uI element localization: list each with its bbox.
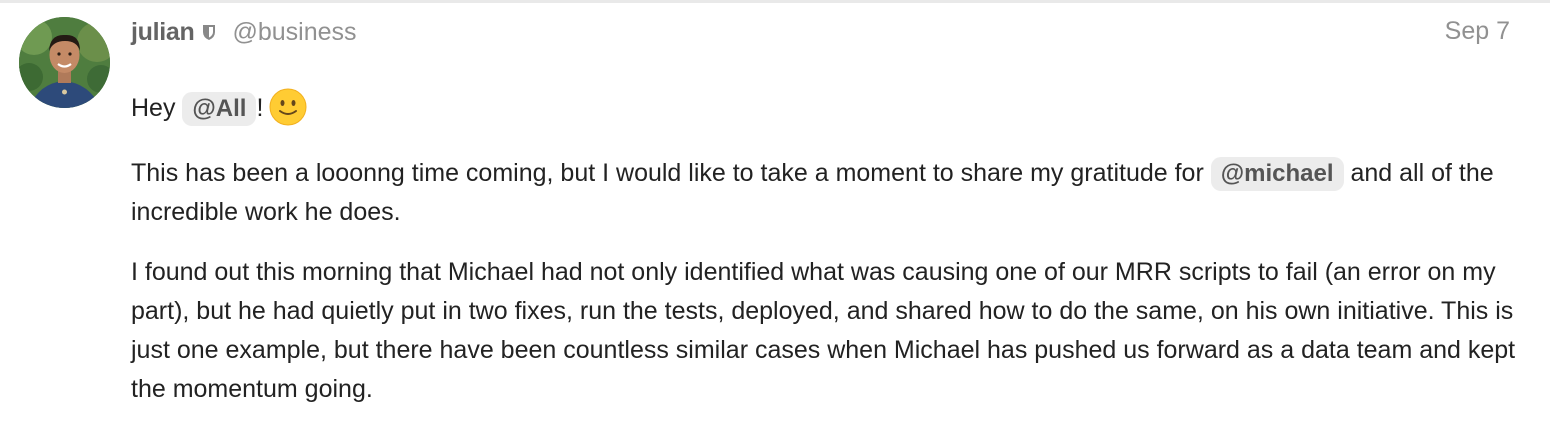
post-body: Hey @All! This has been a looonng time c… (131, 86, 1521, 424)
avatar-photo (19, 17, 110, 108)
slightly-smiling-face-icon (269, 88, 307, 126)
post-paragraph: I found out this morning that Michael ha… (131, 253, 1521, 409)
post-paragraph: This has been a looonng time coming, but… (131, 154, 1521, 232)
shield-icon (202, 24, 216, 41)
post-header: julian @business (131, 14, 357, 50)
post-paragraph: Hey @All! (131, 86, 1521, 130)
paragraph-text: Hey (131, 94, 183, 122)
avatar[interactable] (19, 17, 110, 108)
forum-post: julian @business Sep 7 Hey @All! This ha… (0, 0, 1550, 424)
post-date[interactable]: Sep 7 (1445, 17, 1510, 46)
user-handle[interactable]: @business (232, 18, 356, 47)
paragraph-text: This has been a looonng time coming, but… (131, 159, 1211, 187)
username-link[interactable]: julian (131, 18, 195, 47)
mention-link[interactable]: @michael (1210, 157, 1344, 191)
paragraph-text: ! (256, 94, 264, 122)
paragraph-text: I found out this morning that Michael ha… (131, 258, 1516, 403)
mention-link[interactable]: @All (182, 92, 257, 126)
